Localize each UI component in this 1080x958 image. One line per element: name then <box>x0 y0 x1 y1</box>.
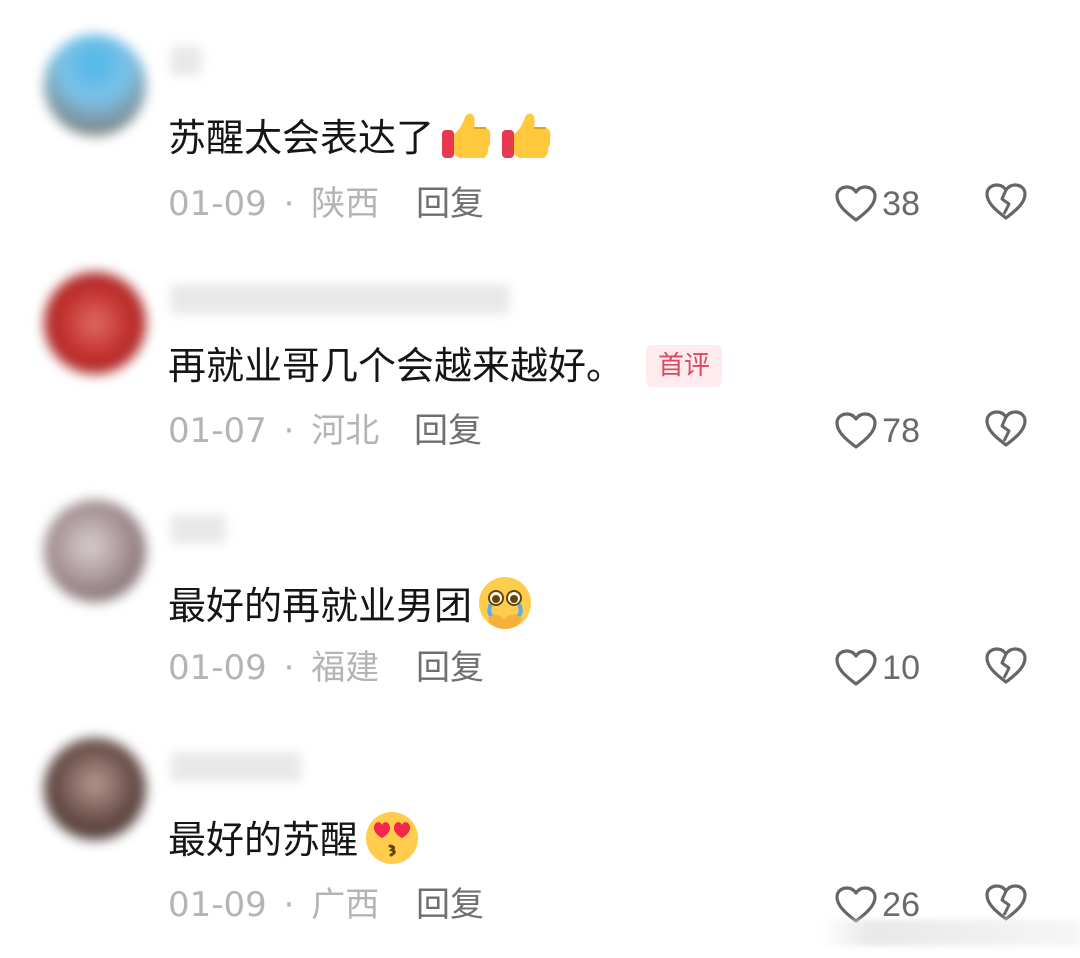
meta-separator: · <box>283 648 295 688</box>
comment-date: 01-09 <box>168 184 267 224</box>
like-count: 38 <box>882 184 920 223</box>
comment-location: 陕西 <box>311 184 380 224</box>
comment-text-row: 最好的苏醒 <box>168 808 422 877</box>
like-button[interactable]: 10 <box>834 646 920 690</box>
heart-outline-icon <box>835 185 877 222</box>
reply-button[interactable]: 回复 <box>416 648 484 688</box>
avatar[interactable] <box>44 738 146 840</box>
avatar[interactable] <box>44 500 146 602</box>
avatar[interactable] <box>44 272 146 374</box>
thumbs-up-emoji <box>438 108 494 173</box>
reply-button[interactable]: 回复 <box>416 184 484 224</box>
watermark-blur <box>820 920 1080 946</box>
comment-location: 河北 <box>311 411 380 451</box>
dislike-button[interactable] <box>984 409 1028 453</box>
like-count: 26 <box>882 885 920 924</box>
comment-meta: 01-09 · 广西 <box>168 885 379 925</box>
comment-meta: 01-09 · 福建 <box>168 648 379 688</box>
avatar[interactable] <box>44 34 146 136</box>
comment-text: 苏醒太会表达了 <box>168 116 435 160</box>
username[interactable] <box>170 752 302 782</box>
comment-meta: 01-07 · 河北 <box>168 411 379 451</box>
comment-location: 福建 <box>311 648 380 688</box>
comment-date: 01-09 <box>168 648 267 688</box>
meta-separator: · <box>283 411 295 451</box>
meta-separator: · <box>283 885 295 925</box>
heart-outline-icon <box>835 412 877 449</box>
pleading-face-emoji <box>476 574 534 643</box>
heart-outline-icon <box>835 649 877 686</box>
comment-text-row: 再就业哥几个会越来越好。 首评 <box>168 342 723 390</box>
like-count: 10 <box>882 648 920 687</box>
like-count: 78 <box>882 411 920 450</box>
broken-heart-icon <box>985 647 1027 684</box>
comment-location: 广西 <box>311 885 380 925</box>
comment-text-row: 最好的再就业男团 <box>168 574 534 643</box>
comment-text: 最好的苏醒 <box>168 818 359 862</box>
reply-button[interactable]: 回复 <box>416 885 484 925</box>
broken-heart-icon <box>985 884 1027 921</box>
dislike-button[interactable] <box>984 182 1028 226</box>
first-comment-badge: 首评 <box>646 344 723 387</box>
comment-meta: 01-09 · 陕西 <box>168 184 379 224</box>
comment-text: 再就业哥几个会越来越好。 <box>168 344 625 388</box>
dislike-button[interactable] <box>984 646 1028 690</box>
like-button[interactable]: 78 <box>834 409 920 453</box>
like-button[interactable]: 38 <box>834 182 920 226</box>
comment-text-row: 苏醒太会表达了 <box>168 108 554 173</box>
broken-heart-icon <box>985 183 1027 220</box>
broken-heart-icon <box>985 410 1027 447</box>
kissing-heart-face-emoji <box>362 808 422 877</box>
comment-date: 01-07 <box>168 411 267 451</box>
username[interactable] <box>170 46 202 76</box>
meta-separator: · <box>283 184 295 224</box>
thumbs-up-emoji <box>498 108 554 173</box>
reply-button[interactable]: 回复 <box>414 411 482 451</box>
comment-text: 最好的再就业男团 <box>168 584 473 628</box>
comment-date: 01-09 <box>168 885 267 925</box>
username[interactable] <box>170 284 510 314</box>
username[interactable] <box>170 514 226 544</box>
heart-outline-icon <box>835 886 877 923</box>
